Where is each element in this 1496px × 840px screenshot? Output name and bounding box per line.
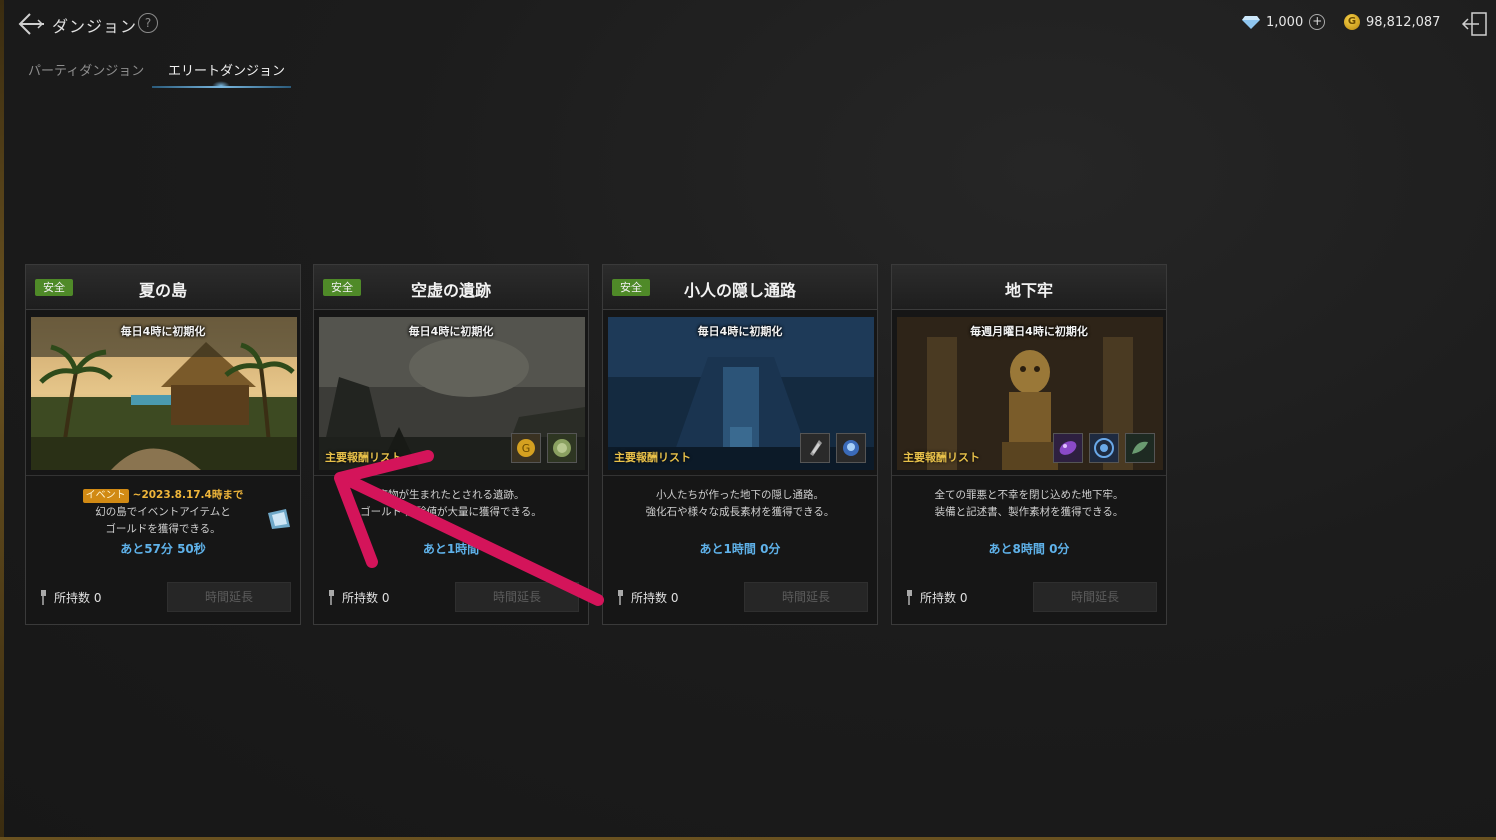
owned-count-text: 所持数 0 <box>54 591 102 605</box>
gold-count: 98,812,087 <box>1366 14 1441 30</box>
gold-coin-reward-icon[interactable]: G <box>511 433 541 463</box>
owned-count: 所持数 0 <box>326 589 389 606</box>
tab-elite-dungeon[interactable]: エリートダンジョン <box>168 60 285 79</box>
description-line-2: ゴールド 経験値が大量に獲得できる。 <box>360 506 542 518</box>
exit-icon[interactable] <box>1460 10 1490 38</box>
card-description: 魔物が生まれたとされる遺跡。 ゴールド 経験値が大量に獲得できる。 <box>314 487 588 521</box>
card-header: 安全 夏の島 <box>26 265 300 310</box>
extend-time-button[interactable]: 時間延長 <box>167 582 291 612</box>
remaining-time: あと8時間 0分 <box>988 542 1070 556</box>
reward-list-label: 主要報酬リスト <box>325 451 402 464</box>
gold-coin-icon: G <box>1344 14 1360 30</box>
card-title: 地下牢 <box>1004 281 1053 300</box>
card-header: 安全 空虚の遺跡 <box>314 265 588 310</box>
card-divider <box>26 475 300 476</box>
purple-gem-reward-icon[interactable] <box>1053 433 1083 463</box>
key-icon <box>41 590 46 605</box>
card-header: 安全 小人の隠し通路 <box>603 265 877 310</box>
svg-text:G: G <box>522 442 531 455</box>
event-tag: イベント <box>82 489 129 503</box>
description-line-1: 全ての罪悪と不幸を閉じ込めた地下牢。 <box>934 489 1124 501</box>
diamond-icon <box>1242 15 1260 29</box>
key-icon <box>618 590 623 605</box>
extend-time-button[interactable]: 時間延長 <box>744 582 868 612</box>
blue-rune-reward-icon[interactable] <box>1089 433 1119 463</box>
extend-time-button[interactable]: 時間延長 <box>1033 582 1157 612</box>
remaining-time: あと1時間 0分 <box>699 542 781 556</box>
reset-schedule: 毎週月曜日4時に初期化 <box>970 325 1088 338</box>
key-icon <box>907 590 912 605</box>
reset-schedule: 毎日4時に初期化 <box>120 325 206 338</box>
card-divider <box>314 475 588 476</box>
description-line-2: 強化石や様々な成長素材を獲得できる。 <box>645 506 835 518</box>
owned-count: 所持数 0 <box>904 589 967 606</box>
remaining-time: あと1時間 <box>422 542 480 556</box>
dungeon-card-void-ruins[interactable]: 安全 空虚の遺跡 毎日4時に初期化 主要報酬リスト G 魔物が生まれたとされる遺… <box>313 264 589 625</box>
card-divider <box>892 475 1166 476</box>
description-line-1: 魔物が生まれたとされる遺跡。 <box>377 489 525 501</box>
description-line-1: 幻の島でイベントアイテムと <box>95 506 231 518</box>
add-gems-button[interactable]: + <box>1309 14 1326 30</box>
owned-count: 所持数 0 <box>38 589 101 606</box>
void-ruins-image <box>319 317 585 470</box>
card-header: 地下牢 <box>892 265 1166 310</box>
blue-crystal-reward-icon[interactable] <box>836 433 866 463</box>
exp-orb-reward-icon[interactable] <box>547 433 577 463</box>
key-icon <box>329 590 334 605</box>
card-description: 全ての罪悪と不幸を閉じ込めた地下牢。 装備と記述書、製作素材を獲得できる。 <box>892 487 1166 521</box>
reset-schedule: 毎日4時に初期化 <box>408 325 494 338</box>
ticket-icon <box>266 507 292 531</box>
owned-count: 所持数 0 <box>615 589 678 606</box>
reward-list-label: 主要報酬リスト <box>903 451 980 464</box>
card-divider <box>603 475 877 476</box>
extend-time-button[interactable]: 時間延長 <box>455 582 579 612</box>
dungeon-prison-image <box>897 317 1163 470</box>
dungeon-card-summer-island[interactable]: 安全 夏の島 毎日4時に初期化 イベント ~2023.8.17.4時まで 幻の島で… <box>25 264 301 625</box>
dungeon-card-dungeon-prison[interactable]: 地下牢 毎週月曜日4時に初期化 主要報酬リスト 全ての罪悪と不幸を閉じ込めた地下… <box>891 264 1167 625</box>
remaining-time: あと57分 50秒 <box>120 542 206 556</box>
dungeon-card-hidden-passage[interactable]: 安全 小人の隠し通路 毎日4時に初期化 主要報酬リスト 小人たちが作った地下の隠… <box>602 264 878 625</box>
owned-count-text: 所持数 0 <box>920 591 968 605</box>
reset-schedule: 毎日4時に初期化 <box>697 325 783 338</box>
description-line-1: 小人たちが作った地下の隠し通路。 <box>656 489 824 501</box>
active-tab-glow <box>212 81 230 86</box>
card-description: イベント ~2023.8.17.4時まで 幻の島でイベントアイテムと ゴールドを獲… <box>26 487 300 538</box>
hidden-passage-image <box>608 317 874 470</box>
green-leaf-reward-icon[interactable] <box>1125 433 1155 463</box>
left-gold-border <box>0 0 4 840</box>
help-icon[interactable]: ? <box>138 13 158 33</box>
description-line-2: ゴールドを獲得できる。 <box>105 523 221 535</box>
owned-count-text: 所持数 0 <box>631 591 679 605</box>
tab-party-dungeon[interactable]: パーティダンジョン <box>28 60 144 79</box>
enhancement-stone-reward-icon[interactable] <box>800 433 830 463</box>
card-description: 小人たちが作った地下の隠し通路。 強化石や様々な成長素材を獲得できる。 <box>603 487 877 521</box>
event-date: ~2023.8.17.4時まで <box>132 489 244 501</box>
gold-currency: G 98,812,087 <box>1344 14 1440 30</box>
description-line-2: 装備と記述書、製作素材を獲得できる。 <box>934 506 1124 518</box>
owned-count-text: 所持数 0 <box>342 591 390 605</box>
page-title: ダンジョン <box>52 17 138 36</box>
gem-currency: 1,000 + <box>1242 14 1326 30</box>
card-title: 小人の隠し通路 <box>683 281 796 300</box>
active-tab-indicator <box>152 86 291 88</box>
card-title: 夏の島 <box>138 281 187 300</box>
summer-island-image <box>31 317 297 470</box>
back-arrow-icon[interactable] <box>16 10 46 38</box>
gem-count: 1,000 <box>1266 14 1304 30</box>
reward-list-label: 主要報酬リスト <box>614 451 691 464</box>
card-title: 空虚の遺跡 <box>410 281 491 300</box>
